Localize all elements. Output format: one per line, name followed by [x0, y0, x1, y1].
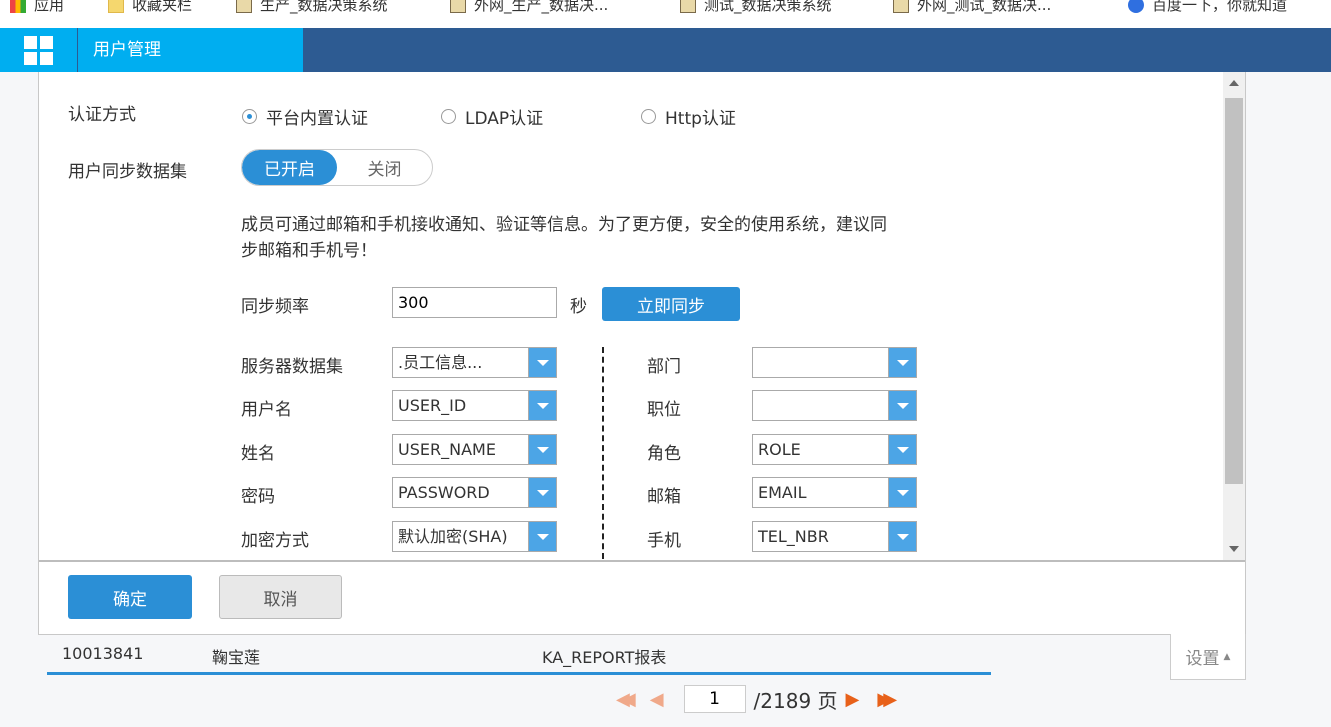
- chevron-down-icon[interactable]: [528, 522, 556, 551]
- chevron-down-icon[interactable]: [528, 348, 556, 377]
- chevron-down-icon[interactable]: [528, 435, 556, 464]
- chevron-down-icon[interactable]: [888, 348, 916, 377]
- menu-button[interactable]: [0, 28, 77, 72]
- radio-icon: [441, 109, 456, 124]
- field-select[interactable]: .员工信息...: [392, 347, 557, 378]
- toggle-off[interactable]: 关闭: [337, 150, 432, 185]
- vertical-scrollbar[interactable]: [1223, 72, 1245, 560]
- chevron-down-icon[interactable]: [888, 522, 916, 551]
- field-select[interactable]: 默认加密(SHA): [392, 521, 557, 552]
- field-select[interactable]: [752, 390, 917, 421]
- radio-builtin[interactable]: 平台内置认证: [242, 104, 368, 129]
- radio-icon: [641, 109, 656, 124]
- chevron-down-icon[interactable]: [888, 435, 916, 464]
- chevron-down-icon[interactable]: [528, 391, 556, 420]
- bookmark-3[interactable]: 测试_数据决策系统: [680, 0, 832, 15]
- field-select[interactable]: ROLE: [752, 434, 917, 465]
- field-select[interactable]: PASSWORD: [392, 477, 557, 508]
- sync-toggle[interactable]: 已开启 关闭: [241, 149, 433, 186]
- sync-now-button[interactable]: 立即同步: [602, 287, 740, 321]
- bookmark-4[interactable]: 外网_测试_数据决...: [893, 0, 1051, 15]
- settings-button[interactable]: 设置 ▲: [1170, 634, 1246, 680]
- tab-user-management[interactable]: 用户管理: [78, 28, 303, 72]
- cell-id: 10013841: [62, 644, 144, 663]
- freq-label: 同步频率: [241, 297, 309, 317]
- scroll-thumb[interactable]: [1225, 98, 1243, 484]
- chevron-down-icon[interactable]: [528, 478, 556, 507]
- pagination: ◀◀ ◀ /2189 页 ▶ ▶▶: [616, 684, 897, 714]
- bookmark-1[interactable]: 生产_数据决策系统: [236, 0, 388, 15]
- page-icon: [236, 0, 252, 13]
- page-icon: [680, 0, 696, 13]
- user-sync-dialog: 认证方式 平台内置认证 LDAP认证 Http认证 用户同步数据集 已开启 关闭…: [38, 72, 1246, 635]
- field-label: 角色: [647, 444, 681, 464]
- field-select[interactable]: EMAIL: [752, 477, 917, 508]
- sync-notice: 成员可通过邮箱和手机接收通知、验证等信息。为了更方便，安全的使用系统，建议同步邮…: [241, 215, 887, 261]
- toggle-on[interactable]: 已开启: [242, 150, 337, 185]
- bookmark-favorites[interactable]: 收藏夹栏: [108, 0, 192, 15]
- bookmark-baidu[interactable]: 百度一下，你就知道: [1128, 0, 1287, 15]
- cancel-button[interactable]: 取消: [219, 575, 342, 619]
- field-label: 部门: [647, 357, 681, 377]
- field-label: 用户名: [241, 400, 292, 420]
- field-label: 服务器数据集: [241, 357, 343, 377]
- table-row[interactable]: 10013841 鞠宝莲 KA_REPORT报表: [47, 642, 991, 675]
- field-label: 姓名: [241, 444, 275, 464]
- dialog-footer: 确定 取消: [39, 560, 1245, 635]
- radio-ldap[interactable]: LDAP认证: [441, 104, 543, 129]
- cell-name: 鞠宝莲: [212, 648, 261, 667]
- chevron-down-icon[interactable]: [888, 391, 916, 420]
- field-label: 手机: [647, 531, 681, 551]
- first-page-icon[interactable]: ◀◀: [616, 689, 635, 710]
- baidu-icon: [1128, 0, 1144, 13]
- auth-label: 认证方式: [68, 105, 136, 125]
- radio-icon: [242, 109, 257, 124]
- field-label: 邮箱: [647, 487, 681, 507]
- bookmark-2[interactable]: 外网_生产_数据决...: [450, 0, 608, 15]
- freq-input[interactable]: [392, 287, 557, 318]
- freq-unit: 秒: [570, 297, 587, 317]
- scroll-down-icon[interactable]: [1229, 546, 1239, 552]
- caret-up-icon: ▲: [1223, 651, 1231, 662]
- app-header: 用户管理: [0, 28, 1331, 72]
- column-divider: [602, 347, 604, 559]
- sync-label: 用户同步数据集: [68, 162, 187, 182]
- scroll-up-icon[interactable]: [1229, 80, 1239, 86]
- confirm-button[interactable]: 确定: [68, 575, 192, 619]
- field-label: 职位: [647, 400, 681, 420]
- grid-icon: [24, 35, 53, 65]
- field-label: 加密方式: [241, 531, 309, 551]
- field-select[interactable]: USER_NAME: [392, 434, 557, 465]
- next-page-icon[interactable]: ▶: [846, 689, 860, 710]
- page-icon: [893, 0, 909, 13]
- field-select[interactable]: TEL_NBR: [752, 521, 917, 552]
- prev-page-icon[interactable]: ◀: [650, 689, 664, 710]
- cell-role: KA_REPORT报表: [542, 648, 667, 667]
- bookmark-apps[interactable]: 应用: [10, 0, 64, 15]
- field-select[interactable]: USER_ID: [392, 390, 557, 421]
- folder-icon: [108, 0, 124, 13]
- bookmarks-bar: 应用 收藏夹栏 生产_数据决策系统 外网_生产_数据决... 测试_数据决策系统…: [0, 0, 1331, 28]
- chevron-down-icon[interactable]: [888, 478, 916, 507]
- page-input[interactable]: [683, 685, 746, 713]
- apps-icon: [10, 0, 26, 13]
- field-select[interactable]: [752, 347, 917, 378]
- radio-http[interactable]: Http认证: [641, 104, 736, 129]
- field-label: 密码: [241, 487, 275, 507]
- last-page-icon[interactable]: ▶▶: [877, 689, 896, 710]
- page-total: /2189 页: [753, 688, 838, 713]
- page-icon: [450, 0, 466, 13]
